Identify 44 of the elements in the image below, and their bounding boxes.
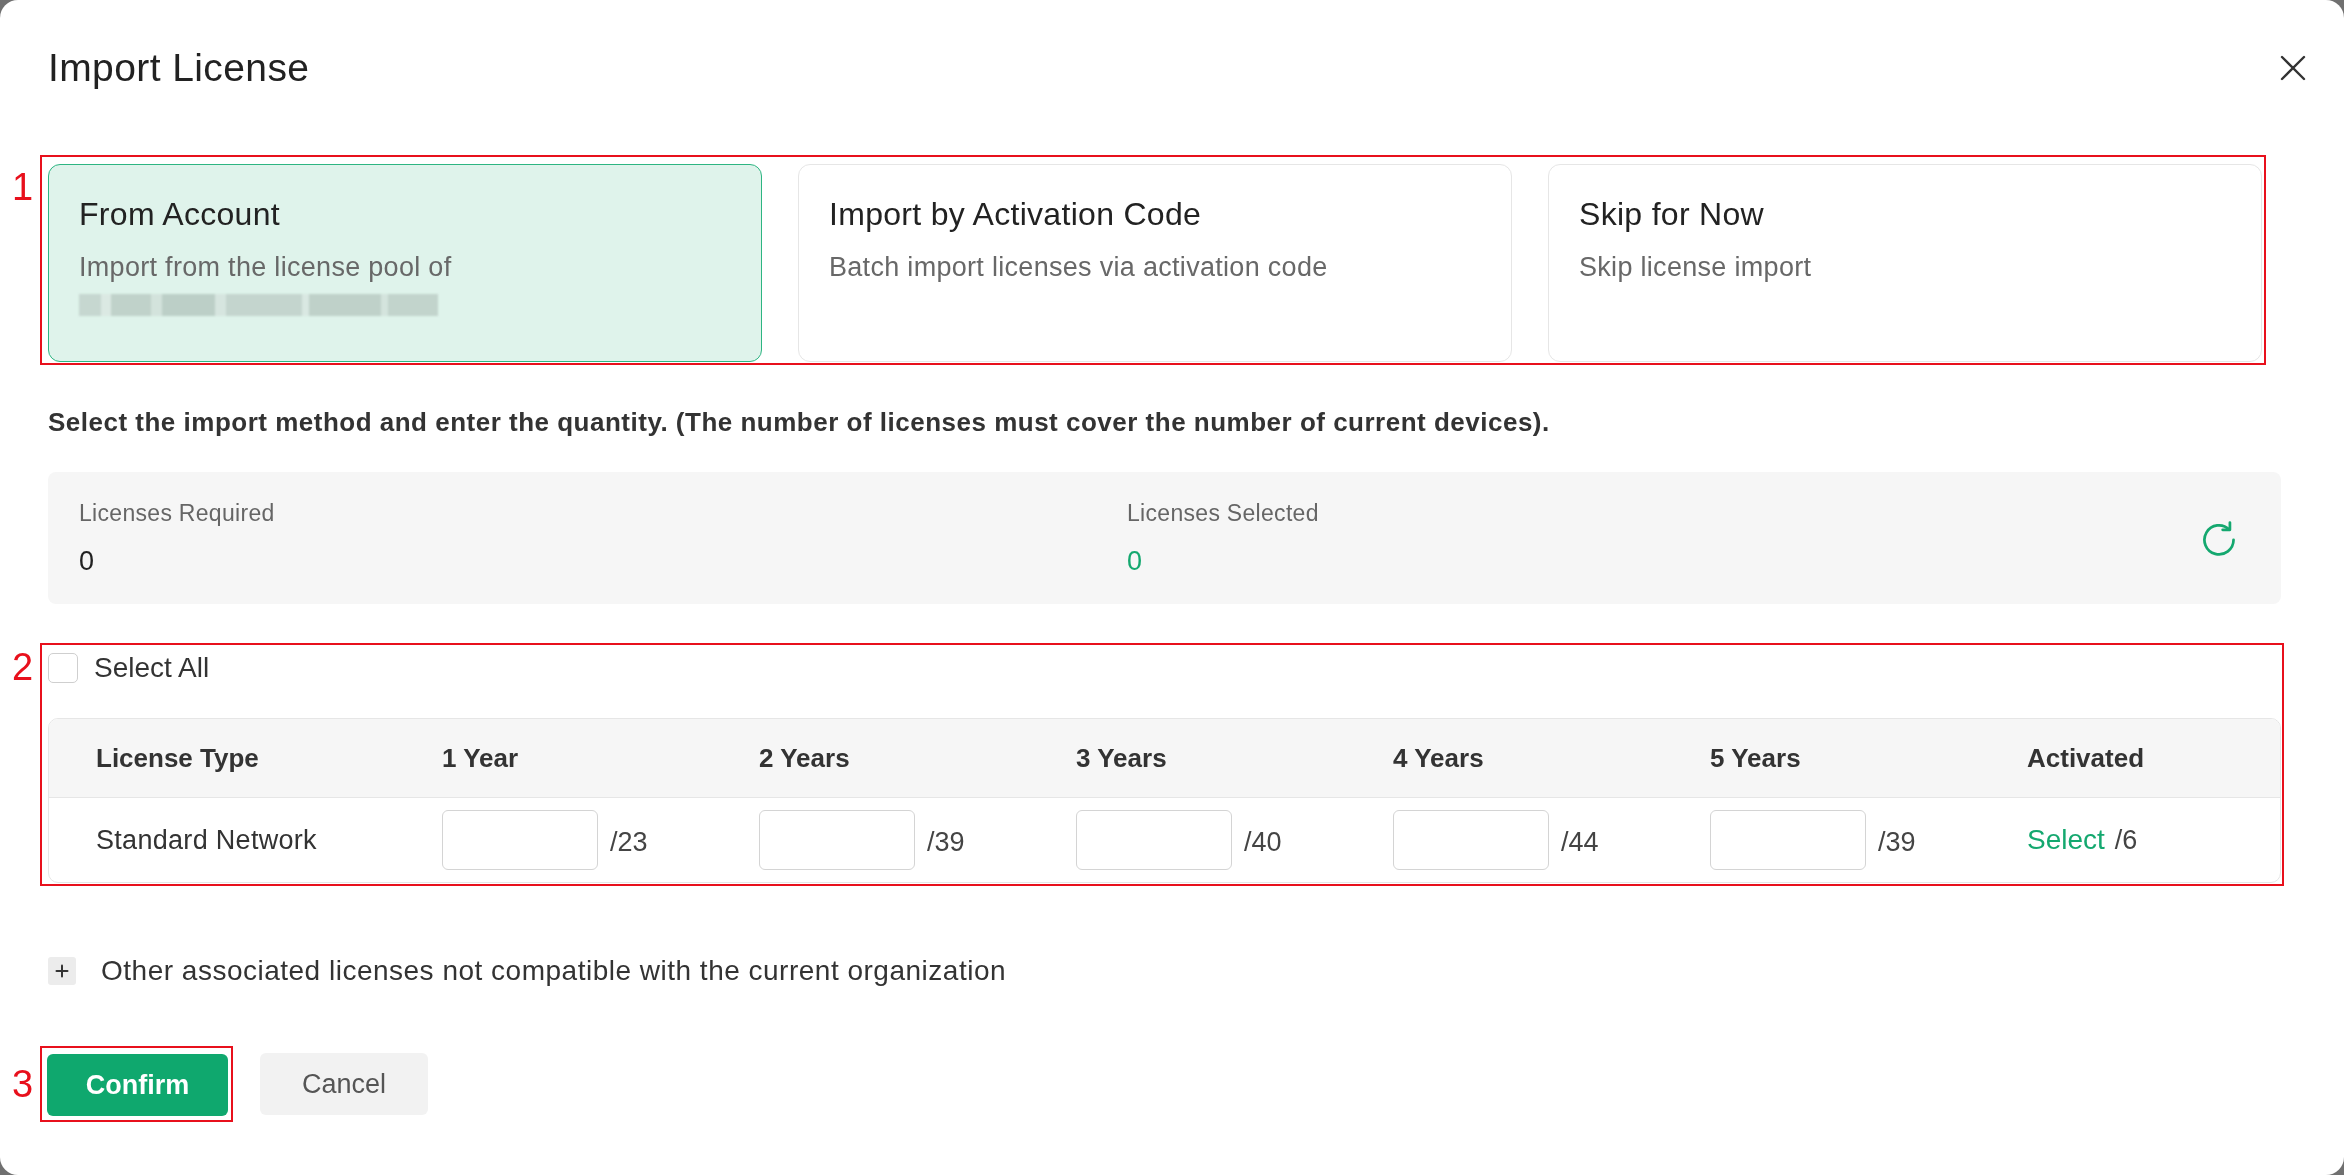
activated-count: /6: [2114, 824, 2138, 856]
plus-icon[interactable]: [48, 957, 76, 985]
import-option-card[interactable]: Import by Activation Code Batch import licenses via activation code: [798, 164, 1512, 362]
column-header: 2 Years: [759, 742, 850, 774]
checkbox-label: Select All: [94, 652, 210, 684]
option-title: Skip for Now: [1579, 195, 1764, 233]
option-title: From Account: [79, 195, 280, 233]
quantity-input[interactable]: [1393, 810, 1549, 870]
column-header: 4 Years: [1393, 742, 1484, 774]
quantity-input[interactable]: [1710, 810, 1866, 870]
import-option-card[interactable]: Skip for Now Skip license import: [1548, 164, 2262, 362]
column-header: License Type: [96, 742, 259, 774]
refresh-icon[interactable]: [2203, 520, 2235, 556]
stat-label: Licenses Required: [79, 499, 275, 527]
dialog-title: Import License: [48, 46, 310, 90]
quantity-input[interactable]: [442, 810, 598, 870]
available-count: /40: [1244, 826, 1282, 858]
quantity-input[interactable]: [1076, 810, 1232, 870]
table-cell: Standard Network: [96, 824, 317, 856]
available-count: /44: [1561, 826, 1599, 858]
available-count: /39: [1878, 826, 1916, 858]
column-header: 5 Years: [1710, 742, 1801, 774]
cancel-button[interactable]: Cancel: [260, 1053, 428, 1115]
callout-number: 3: [11, 1064, 35, 1104]
close-icon[interactable]: [2280, 55, 2306, 81]
column-header: 3 Years: [1076, 742, 1167, 774]
import-option-card[interactable]: From Account Import from the license pool of: [48, 164, 762, 362]
section-label: Other associated licenses not compatible with the current organization: [101, 955, 1007, 987]
option-description: Skip license import: [1579, 251, 1812, 283]
callout-number: 1: [11, 167, 35, 207]
stat-value: 0: [1127, 545, 1143, 577]
available-count: /39: [927, 826, 965, 858]
option-description: Batch import licenses via activation code: [829, 251, 1328, 283]
select-all-checkbox[interactable]: [48, 653, 78, 683]
callout-number: 2: [11, 647, 35, 687]
column-header: 1 Year: [442, 742, 519, 774]
quantity-input[interactable]: [759, 810, 915, 870]
option-description: Import from the license pool of: [79, 251, 452, 283]
available-count: /23: [610, 826, 648, 858]
option-title: Import by Activation Code: [829, 195, 1202, 233]
stat-label: Licenses Selected: [1127, 499, 1319, 527]
column-header: Activated: [2027, 742, 2145, 774]
instruction-text: Select the import method and enter the quantity. (The number of licenses must cover the number of current devices).: [48, 406, 1550, 438]
stat-value: 0: [79, 545, 95, 577]
